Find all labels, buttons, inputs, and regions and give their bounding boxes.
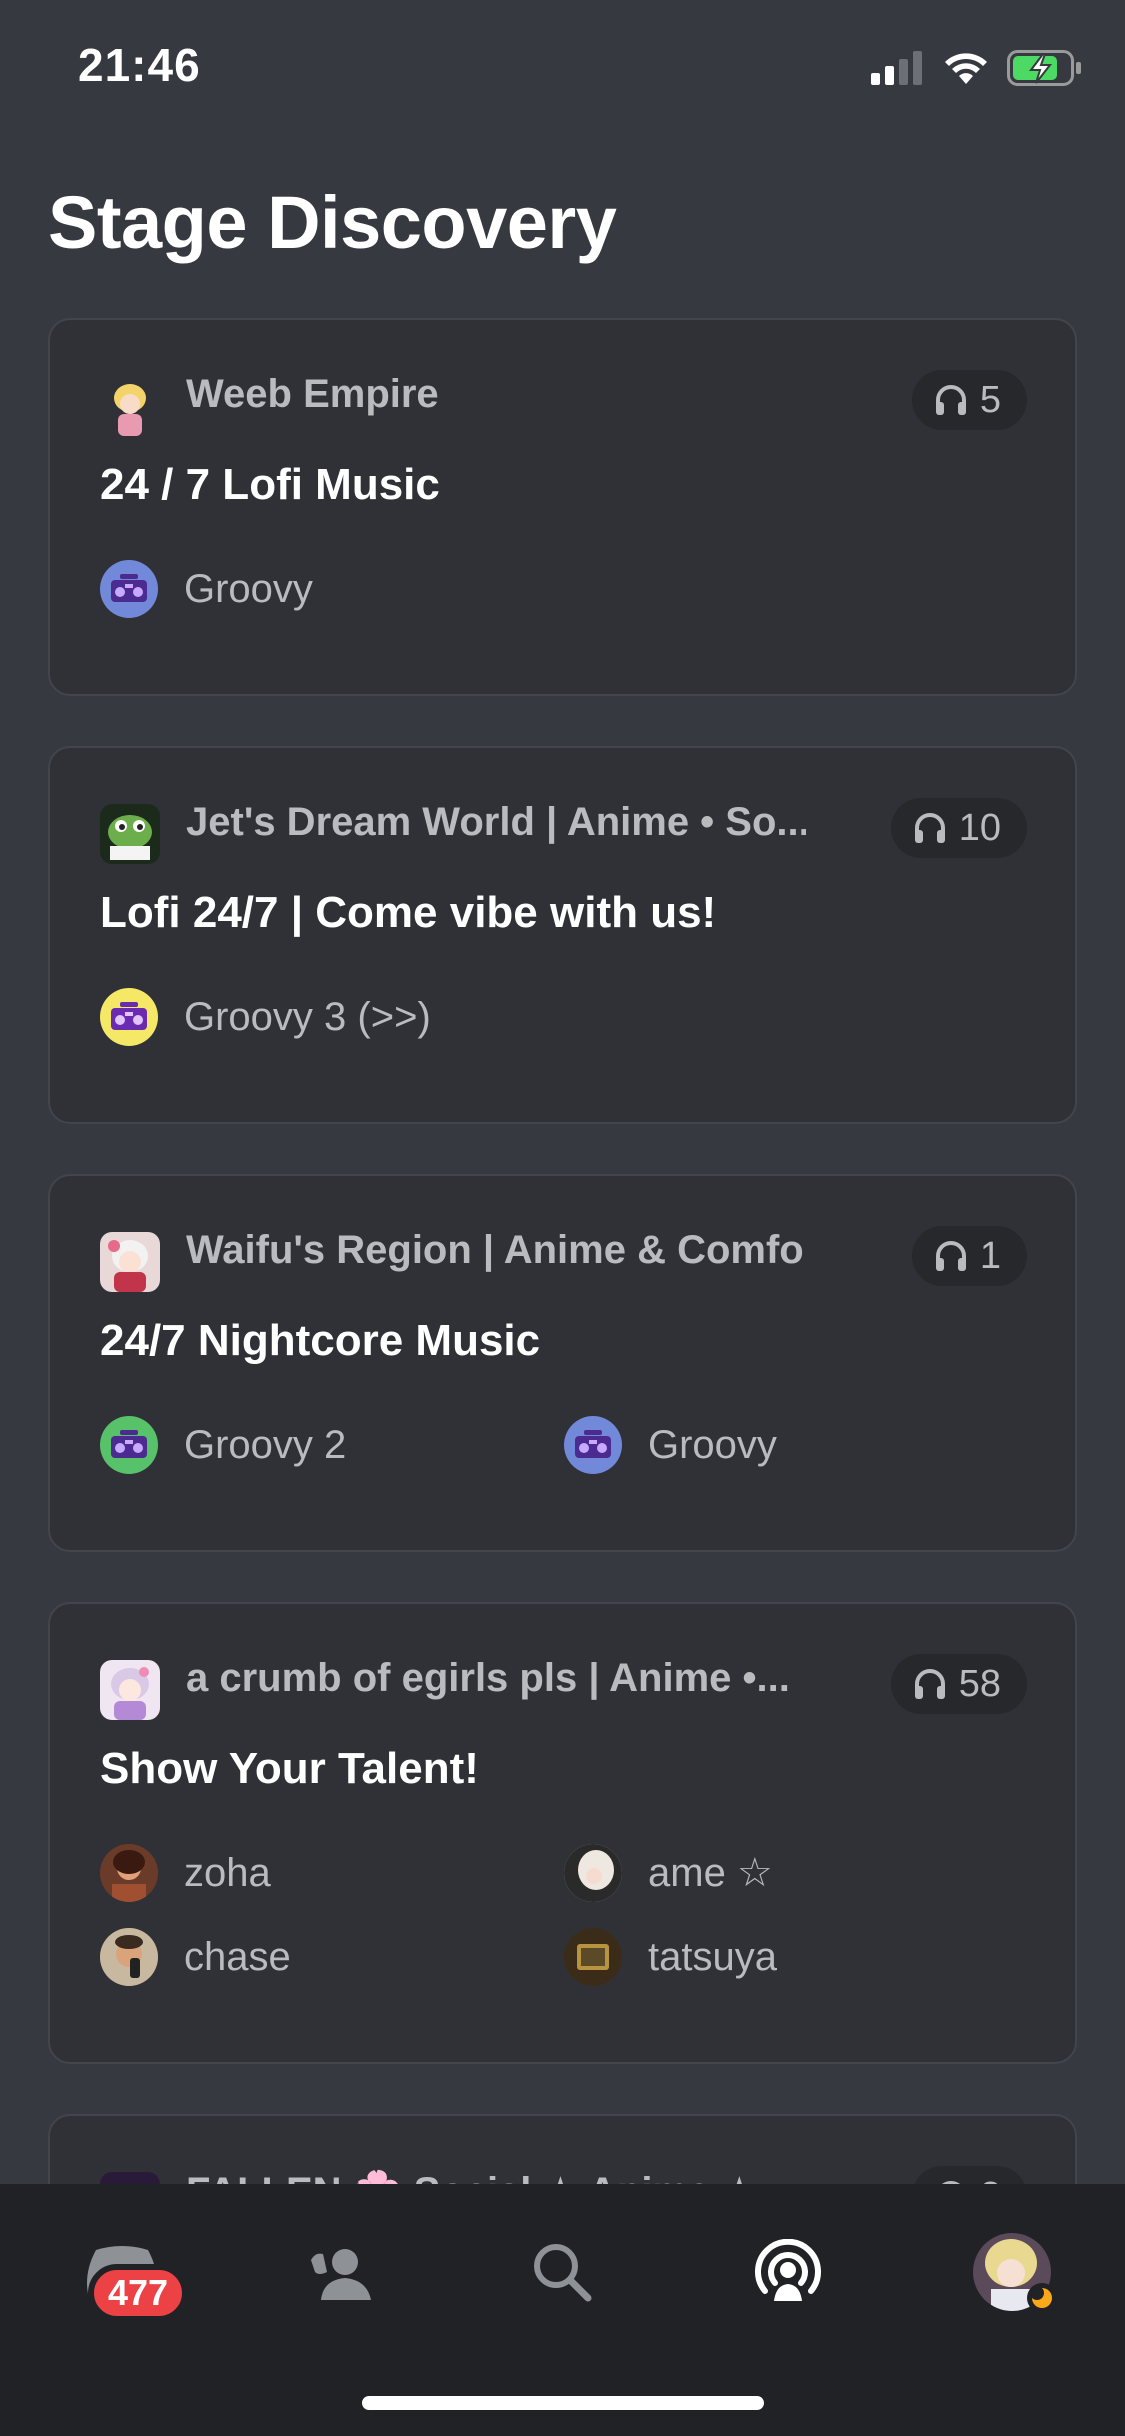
speaker: ame ☆	[564, 1844, 1025, 1902]
speaker-name: Groovy 2	[184, 1422, 347, 1467]
server-icon	[100, 376, 160, 436]
unread-badge: 477	[88, 2264, 189, 2322]
idle-status-icon	[1027, 2283, 1057, 2313]
boombox-icon	[111, 1002, 147, 1030]
server-name: Waifu's Region | Anime & Comfo...	[186, 1228, 806, 1272]
speaker: Groovy	[564, 1416, 1025, 1474]
speaker-name: ame ☆	[648, 1851, 773, 1895]
speaker-name: Groovy	[648, 1422, 777, 1467]
nav-stage-discovery[interactable]	[738, 2222, 838, 2322]
speaker: tatsuya	[564, 1928, 1025, 1986]
speaker-name: Groovy 3 (>>)	[184, 994, 431, 1039]
stage-card[interactable]: Waifu's Region | Anime & Comfo... 1 24/7…	[48, 1174, 1077, 1552]
listener-count: 1	[911, 1226, 1027, 1286]
listener-count-value: 58	[958, 1662, 1001, 1705]
listener-count: 58	[890, 1654, 1027, 1714]
speaker-name: zoha	[184, 1850, 271, 1895]
status-time: 21:46	[78, 39, 201, 91]
speaker-list: Groovy 3 (>>)	[100, 942, 1025, 1094]
speaker-avatar	[100, 988, 158, 1046]
speaker-list: Groovy 2 Groovy	[100, 1370, 1025, 1522]
speaker-list: zoha ame ☆ chase tatsuya	[100, 1798, 1025, 2034]
speaker: Groovy 2	[100, 1416, 564, 1474]
speaker: chase	[100, 1928, 564, 1986]
nav-profile[interactable]	[962, 2222, 1062, 2322]
stage-list: Weeb Empire 5 24 / 7 Lofi Music Groovy J…	[48, 318, 1077, 2224]
signal-icon	[871, 51, 922, 85]
boombox-icon	[111, 1430, 147, 1458]
listener-count-value: 10	[958, 806, 1001, 849]
speaker-avatar	[564, 1416, 622, 1474]
headphones-icon	[935, 385, 966, 415]
speaker: zoha	[100, 1844, 564, 1902]
server-name: Jet's Dream World | Anime • So...	[186, 800, 806, 844]
status-icons	[871, 50, 1083, 86]
nav-search[interactable]	[512, 2222, 612, 2322]
stage-icon	[755, 2239, 821, 2301]
headphones-icon	[935, 1241, 966, 1271]
status-bar: 21:46	[0, 0, 1125, 140]
speaker-name: tatsuya	[648, 1934, 777, 1979]
wifi-icon	[945, 53, 987, 84]
boombox-icon	[111, 574, 147, 602]
headphones-icon	[914, 1669, 945, 1699]
page-title: Stage Discovery	[48, 181, 617, 264]
stage-card[interactable]: Weeb Empire 5 24 / 7 Lofi Music Groovy	[48, 318, 1077, 696]
stage-card[interactable]: Jet's Dream World | Anime • So... 10 Lof…	[48, 746, 1077, 1124]
server-icon	[100, 804, 160, 864]
speaker-avatar	[100, 1928, 158, 1986]
listener-count: 10	[890, 798, 1027, 858]
speaker-avatar	[564, 1928, 622, 1986]
speaker-avatar	[100, 1416, 158, 1474]
speaker-list: Groovy	[100, 514, 1025, 666]
headphones-icon	[914, 813, 945, 843]
friends-icon	[311, 2249, 371, 2300]
speaker-name: Groovy	[184, 566, 313, 611]
speaker-name: chase	[184, 1934, 291, 1979]
home-indicator	[362, 2396, 764, 2410]
speaker: Groovy	[100, 560, 564, 618]
speaker-avatar	[564, 1844, 622, 1902]
server-icon	[100, 1660, 160, 1720]
listener-count: 5	[911, 370, 1027, 430]
speaker-avatar	[100, 1844, 158, 1902]
server-name: a crumb of egirls pls | Anime •...	[186, 1656, 790, 1700]
battery-charging-icon	[1007, 50, 1081, 86]
nav-friends[interactable]	[290, 2222, 390, 2322]
speaker-avatar	[100, 560, 158, 618]
listener-count-value: 5	[979, 378, 1001, 421]
speaker: Groovy 3 (>>)	[100, 988, 564, 1046]
boombox-icon	[575, 1430, 611, 1458]
stage-card[interactable]: a crumb of egirls pls | Anime •... 58 Sh…	[48, 1602, 1077, 2064]
server-name: Weeb Empire	[186, 372, 439, 416]
search-icon	[534, 2244, 592, 2302]
server-icon	[100, 1232, 160, 1292]
listener-count-value: 1	[979, 1234, 1001, 1277]
